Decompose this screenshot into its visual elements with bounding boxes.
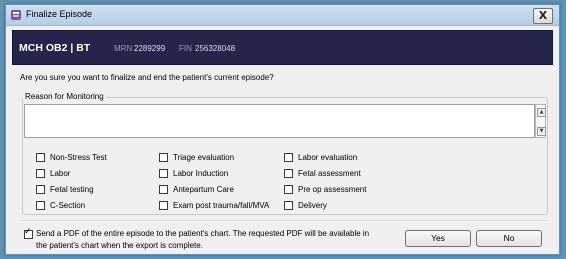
reason-option-label: Labor Induction xyxy=(173,169,229,178)
checkbox-icon[interactable] xyxy=(284,153,293,162)
reason-option-fetal-testing[interactable]: Fetal testing xyxy=(36,184,94,195)
no-button[interactable]: No xyxy=(476,230,542,247)
checkbox-icon[interactable] xyxy=(36,201,45,210)
checkbox-icon[interactable] xyxy=(36,153,45,162)
reason-option-pre-op-assessment[interactable]: Pre op assessment xyxy=(284,184,366,195)
separator xyxy=(22,220,546,221)
reason-option-antepartum-care[interactable]: Antepartum Care xyxy=(159,184,234,195)
reason-option-exam-post-trauma-fall-mva[interactable]: Exam post trauma/fall/MVA xyxy=(159,200,269,211)
reason-option-labor-evaluation[interactable]: Labor evaluation xyxy=(284,152,357,163)
scroll-up-button[interactable]: ▲ xyxy=(537,108,546,117)
reason-option-label: Exam post trauma/fall/MVA xyxy=(173,201,270,210)
close-icon: X xyxy=(538,9,548,22)
checkbox-icon[interactable] xyxy=(159,185,168,194)
reason-option-label: Pre op assessment xyxy=(298,185,367,194)
fin-label: FIN xyxy=(179,44,192,53)
reason-label: Reason for Monitoring xyxy=(23,92,106,101)
checkbox-icon[interactable] xyxy=(36,169,45,178)
checkbox-icon[interactable] xyxy=(159,201,168,210)
patient-name: MCH OB2 | BT xyxy=(19,42,91,54)
reason-option-label: Labor xyxy=(50,169,71,178)
reason-option-fetal-assessment[interactable]: Fetal assessment xyxy=(284,168,361,179)
window-title: Finalize Episode xyxy=(26,9,93,19)
reason-textarea[interactable] xyxy=(24,104,535,138)
reason-option-labor[interactable]: Labor xyxy=(36,168,70,179)
reason-option-label: Fetal assessment xyxy=(298,169,361,178)
reason-option-label: Triage evaluation xyxy=(173,153,235,162)
reason-option-label: Antepartum Care xyxy=(173,185,234,194)
reason-option-label: Non-Stress Test xyxy=(50,153,107,162)
reason-option-label: Labor evaluation xyxy=(298,153,358,162)
checkbox-icon[interactable] xyxy=(284,169,293,178)
send-pdf-text-line2: the patient's chart when the export is c… xyxy=(36,241,203,250)
reason-option-non-stress-test[interactable]: Non-Stress Test xyxy=(36,152,107,163)
send-pdf-text-line1: Send a PDF of the entire episode to the … xyxy=(36,229,370,238)
confirmation-question: Are you sure you want to finalize and en… xyxy=(20,73,274,82)
reason-option-labor-induction[interactable]: Labor Induction xyxy=(159,168,228,179)
checkbox-icon[interactable] xyxy=(284,185,293,194)
close-button[interactable]: X xyxy=(533,8,553,24)
reason-option-label: Delivery xyxy=(298,201,327,210)
checkbox-icon[interactable] xyxy=(284,201,293,210)
title-bar: Finalize Episode X xyxy=(6,5,559,26)
reason-option-c-section[interactable]: C-Section xyxy=(36,200,85,211)
fin-value: 256328048 xyxy=(195,44,236,53)
yes-button[interactable]: Yes xyxy=(405,230,471,247)
reason-option-delivery[interactable]: Delivery xyxy=(284,200,327,211)
reason-option-label: C-Section xyxy=(50,201,86,210)
reason-option-triage-evaluation[interactable]: Triage evaluation xyxy=(159,152,234,163)
mrn-label: MRN xyxy=(114,44,133,53)
checkbox-icon[interactable] xyxy=(36,185,45,194)
app-icon xyxy=(11,10,21,20)
checkbox-icon[interactable] xyxy=(159,153,168,162)
patient-banner: MCH OB2 | BT MRN 2289299 FIN 256328048 xyxy=(12,30,553,65)
mrn-value: 2289299 xyxy=(134,44,166,53)
send-pdf-check-icon[interactable] xyxy=(24,227,33,239)
scroll-down-button[interactable]: ▼ xyxy=(537,127,546,136)
reason-option-label: Fetal testing xyxy=(50,185,94,194)
reason-scrollbar[interactable]: ▲ ▼ xyxy=(535,104,546,138)
checkbox-icon[interactable] xyxy=(159,169,168,178)
